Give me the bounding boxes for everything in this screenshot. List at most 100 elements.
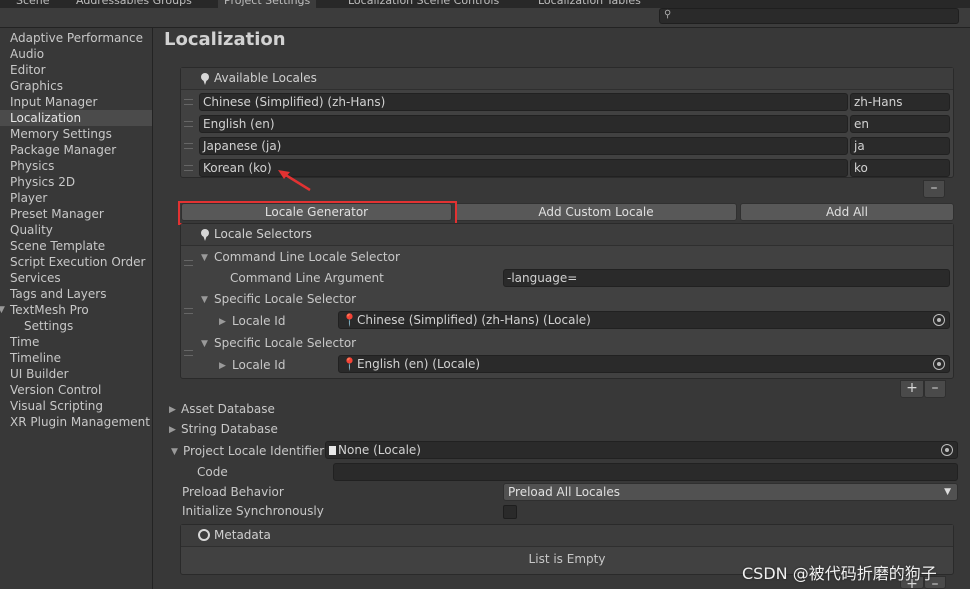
- sidebar-item-services[interactable]: Services: [0, 270, 152, 286]
- tab-scene[interactable]: Scene: [10, 0, 56, 8]
- fold-down-icon[interactable]: ▼: [171, 447, 178, 457]
- command-line-argument-label: Command Line Argument: [230, 271, 384, 285]
- sidebar-item-xr-plugin-management[interactable]: XR Plugin Management: [0, 414, 152, 430]
- locale-name-field[interactable]: English (en): [199, 115, 848, 133]
- locale-code-field[interactable]: ja: [850, 137, 950, 155]
- fold-down-icon[interactable]: ▼: [201, 253, 208, 263]
- locale-code-field[interactable]: en: [850, 115, 950, 133]
- metadata-title: Metadata: [214, 528, 271, 542]
- sidebar-item-package-manager[interactable]: Package Manager: [0, 142, 152, 158]
- fold-right-icon[interactable]: ▶: [169, 425, 176, 435]
- project-locale-object-field[interactable]: None (Locale): [325, 441, 958, 459]
- available-locales-header: Available Locales: [181, 68, 953, 90]
- preload-behavior-dropdown[interactable]: Preload All Locales ▼: [503, 483, 958, 501]
- location-pin-icon: 📍: [342, 313, 357, 327]
- locale-id-object-field[interactable]: 📍Chinese (Simplified) (zh-Hans) (Locale): [338, 311, 950, 329]
- sidebar-item-script-execution-order[interactable]: Script Execution Order: [0, 254, 152, 270]
- metadata-icon: [198, 529, 210, 541]
- specific-selector-title[interactable]: Specific Locale Selector: [214, 292, 356, 306]
- sidebar-item-memory-settings[interactable]: Memory Settings: [0, 126, 152, 142]
- search-icon: ⚲: [664, 9, 672, 20]
- locale-id-object-field[interactable]: 📍English (en) (Locale): [338, 355, 950, 373]
- settings-search-box[interactable]: ⚲: [659, 8, 959, 24]
- add-all-button[interactable]: Add All: [740, 203, 954, 221]
- code-label: Code: [197, 465, 228, 479]
- locale-selectors-title: Locale Selectors: [214, 227, 312, 241]
- specific-selector-title[interactable]: Specific Locale Selector: [214, 336, 356, 350]
- add-selector-button[interactable]: +: [900, 380, 924, 398]
- project-locale-identifier-label[interactable]: Project Locale Identifier: [183, 444, 324, 458]
- add-custom-locale-button[interactable]: Add Custom Locale: [455, 203, 737, 221]
- tab-localization-scene-controls[interactable]: Localization Scene Controls: [342, 0, 505, 8]
- sidebar-item-visual-scripting[interactable]: Visual Scripting: [0, 398, 152, 414]
- string-database-foldout[interactable]: String Database: [181, 422, 278, 436]
- remove-selector-button[interactable]: –: [924, 380, 946, 398]
- locale-name-field[interactable]: Japanese (ja): [199, 137, 848, 155]
- sidebar-item-timeline[interactable]: Timeline: [0, 350, 152, 366]
- sidebar-item-graphics[interactable]: Graphics: [0, 78, 152, 94]
- tab-project-settings[interactable]: Project Settings: [218, 0, 317, 8]
- object-picker-icon[interactable]: [941, 444, 953, 456]
- sidebar-item-label: TextMesh Pro: [10, 303, 89, 317]
- editor-tab-bar: Scene Addressables Groups Project Settin…: [0, 0, 970, 8]
- drag-handle-icon[interactable]: [184, 350, 193, 356]
- sidebar-item-time[interactable]: Time: [0, 334, 152, 350]
- initialize-synchronously-checkbox[interactable]: [503, 505, 517, 519]
- tab-addressables-groups[interactable]: Addressables Groups: [70, 0, 198, 8]
- sidebar-item-editor[interactable]: Editor: [0, 62, 152, 78]
- sidebar-item-localization[interactable]: Localization: [0, 110, 152, 126]
- tab-localization-tables[interactable]: Localization Tables: [532, 0, 647, 8]
- sidebar-item-version-control[interactable]: Version Control: [0, 382, 152, 398]
- command-line-selector-title[interactable]: Command Line Locale Selector: [214, 250, 400, 264]
- sidebar-item-ui-builder[interactable]: UI Builder: [0, 366, 152, 382]
- drag-handle-icon[interactable]: [184, 165, 193, 171]
- sidebar-item-physics-2d[interactable]: Physics 2D: [0, 174, 152, 190]
- object-picker-icon[interactable]: [933, 358, 945, 370]
- location-pin-icon: [200, 73, 210, 85]
- settings-sidebar: Adaptive Performance Audio Editor Graphi…: [0, 28, 153, 589]
- drag-handle-icon[interactable]: [184, 143, 193, 149]
- sidebar-item-adaptive-performance[interactable]: Adaptive Performance: [0, 30, 152, 46]
- sidebar-item-scene-template[interactable]: Scene Template: [0, 238, 152, 254]
- drag-handle-icon[interactable]: [184, 308, 193, 314]
- sidebar-item-input-manager[interactable]: Input Manager: [0, 94, 152, 110]
- drag-handle-icon[interactable]: [184, 121, 193, 127]
- sidebar-item-tags-and-layers[interactable]: Tags and Layers: [0, 286, 152, 302]
- available-locales-title: Available Locales: [214, 71, 317, 85]
- fold-down-icon[interactable]: ▼: [201, 295, 208, 305]
- sidebar-item-quality[interactable]: Quality: [0, 222, 152, 238]
- locale-id-label: Locale Id: [232, 358, 286, 372]
- sidebar-item-textmesh-pro[interactable]: ▼ TextMesh Pro: [0, 302, 152, 318]
- asset-database-foldout[interactable]: Asset Database: [181, 402, 275, 416]
- fold-right-icon[interactable]: ▶: [219, 317, 226, 327]
- red-arrow-annotation: [278, 170, 311, 192]
- preload-behavior-label: Preload Behavior: [182, 485, 284, 499]
- search-input[interactable]: [676, 10, 954, 22]
- page-title: Localization: [164, 29, 286, 50]
- locale-code-field[interactable]: zh-Hans: [850, 93, 950, 111]
- sidebar-item-audio[interactable]: Audio: [0, 46, 152, 62]
- metadata-header: Metadata: [181, 525, 953, 547]
- locale-id-value: Chinese (Simplified) (zh-Hans) (Locale): [356, 313, 591, 327]
- fold-right-icon[interactable]: ▶: [169, 405, 176, 415]
- locale-name-field[interactable]: Chinese (Simplified) (zh-Hans): [199, 93, 848, 111]
- remove-locale-button[interactable]: –: [923, 180, 945, 198]
- drag-handle-icon[interactable]: [184, 99, 193, 105]
- preload-behavior-value: Preload All Locales: [508, 485, 620, 499]
- location-pin-icon: [200, 229, 210, 241]
- sidebar-item-textmesh-settings[interactable]: Settings: [0, 318, 152, 334]
- code-field[interactable]: [333, 463, 958, 481]
- sidebar-item-preset-manager[interactable]: Preset Manager: [0, 206, 152, 222]
- fold-right-icon[interactable]: ▶: [219, 361, 226, 371]
- project-locale-value: None (Locale): [338, 443, 421, 457]
- command-line-argument-field[interactable]: -language=: [503, 269, 950, 287]
- drag-handle-icon[interactable]: [184, 260, 193, 266]
- object-picker-icon[interactable]: [933, 314, 945, 326]
- fold-down-icon[interactable]: ▼: [0, 302, 5, 318]
- sidebar-item-physics[interactable]: Physics: [0, 158, 152, 174]
- locale-code-field[interactable]: ko: [850, 159, 950, 177]
- fold-down-icon[interactable]: ▼: [201, 339, 208, 349]
- locale-selectors-header: Locale Selectors: [181, 224, 953, 246]
- locale-id-value: English (en) (Locale): [356, 357, 481, 371]
- sidebar-item-player[interactable]: Player: [0, 190, 152, 206]
